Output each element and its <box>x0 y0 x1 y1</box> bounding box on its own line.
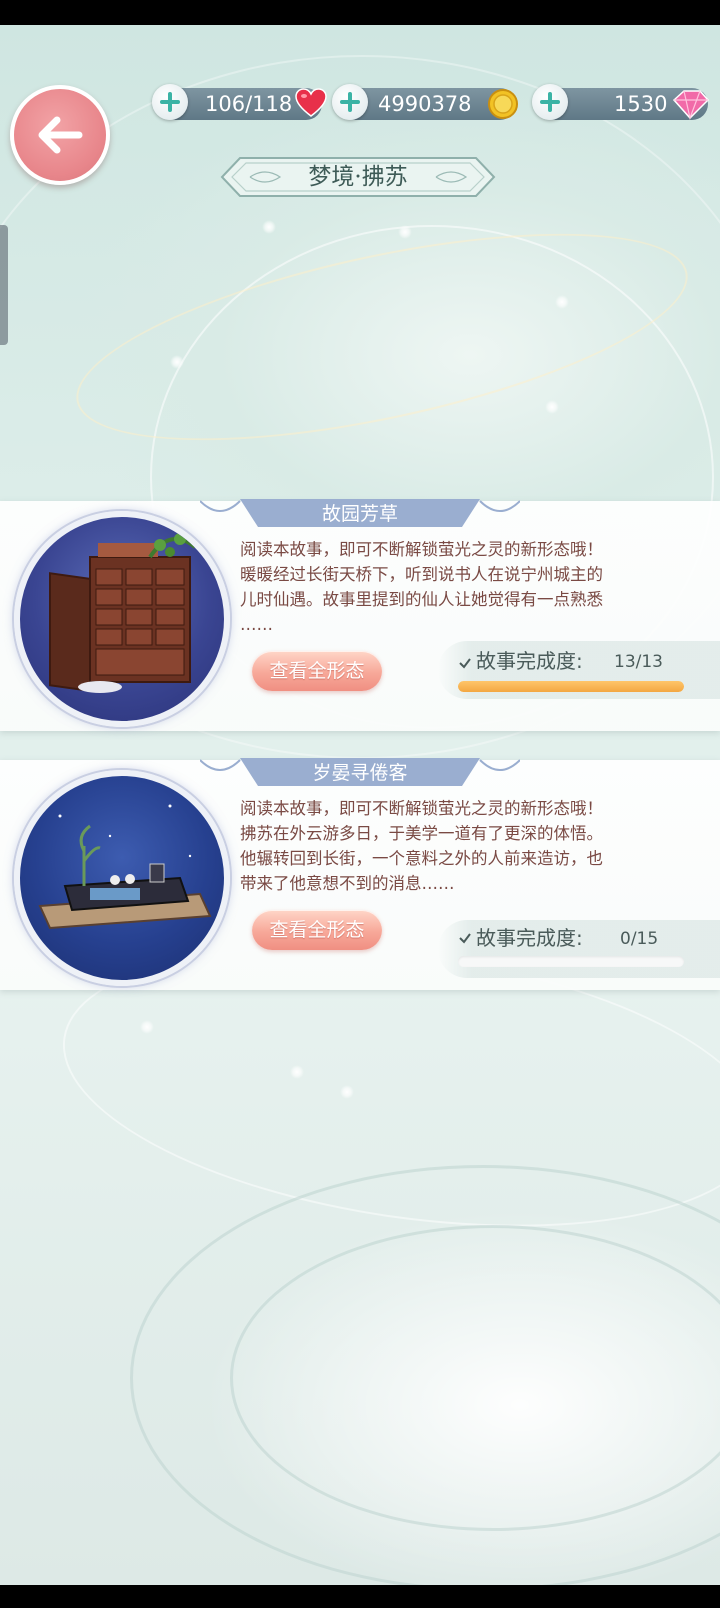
story-card: 岁晏寻倦客 阅读本故事，即可不断解锁萤光之灵的新形态哦！ 拂苏在外云游多日，于美… <box>0 758 720 990</box>
description-line: 阅读本故事，即可不断解锁萤光之灵的新形态哦！ <box>240 799 603 818</box>
sparkle <box>545 400 559 414</box>
sparkle <box>140 1020 154 1034</box>
gold-value: 4990378 <box>378 92 472 116</box>
story-image <box>14 511 230 727</box>
progress-bar <box>458 681 684 692</box>
progress-bar <box>458 956 684 967</box>
side-drawer-handle[interactable] <box>0 225 8 345</box>
story-image <box>14 770 230 986</box>
gems-value: 1530 <box>614 92 668 116</box>
stamina-value: 106/118 <box>205 92 293 116</box>
back-button[interactable] <box>10 85 110 185</box>
add-stamina-button[interactable] <box>152 84 188 120</box>
description-line: …… <box>240 615 273 634</box>
plus-icon <box>340 92 360 112</box>
heart-icon <box>295 88 327 117</box>
add-gems-button[interactable] <box>532 84 568 120</box>
story-card: 故园芳草 阅读本故事，即可不断解锁萤光之灵的新形态哦！ 暖暖经过长街天桥下，听到… <box>0 499 720 731</box>
story-title: 岁晏寻倦客 <box>312 762 408 784</box>
status-bar <box>0 0 720 25</box>
description-line: 拂苏在外云游多日，于美学一道有了更深的体悟。 <box>240 824 603 843</box>
sparkle <box>170 355 184 369</box>
description-line: 带来了他意想不到的消息…… <box>240 874 455 893</box>
description-line: 儿时仙遇。故事里提到的仙人让她觉得有一点熟悉 <box>240 590 603 609</box>
progress-value: 0/15 <box>620 929 659 949</box>
check-icon <box>459 933 471 944</box>
gem-icon <box>672 90 710 120</box>
sparkle <box>340 1085 354 1099</box>
cabinet-illustration <box>49 533 197 693</box>
progress-value: 13/13 <box>614 652 663 672</box>
sparkle <box>555 295 569 309</box>
arrow-left-icon <box>38 116 83 154</box>
check-icon <box>459 658 471 669</box>
story-description: 阅读本故事，即可不断解锁萤光之灵的新形态哦！ 暖暖经过长街天桥下，听到说书人在说… <box>240 537 680 637</box>
progress-label: 故事完成度: <box>476 649 583 673</box>
coin-icon <box>488 89 518 119</box>
progress-fill <box>458 681 684 692</box>
view-all-forms-button[interactable]: 查看全形态 <box>252 910 382 950</box>
description-line: 阅读本故事，即可不断解锁萤光之灵的新形态哦！ <box>240 540 603 559</box>
sparkle <box>262 220 276 234</box>
progress-label: 故事完成度: <box>476 926 583 950</box>
add-gold-button[interactable] <box>332 84 368 120</box>
view-all-forms-button[interactable]: 查看全形态 <box>252 651 382 691</box>
plus-icon <box>160 92 180 112</box>
sparkle <box>290 1065 304 1079</box>
sparkle <box>398 225 412 239</box>
tea-table-illustration <box>38 804 212 930</box>
plus-icon <box>540 92 560 112</box>
navigation-bar <box>0 1585 720 1608</box>
story-title: 故园芳草 <box>321 503 398 525</box>
description-line: 他辗转回到长街，一个意料之外的人前来造访，也 <box>240 849 603 868</box>
page-title: 梦境·拂苏 <box>308 164 408 190</box>
description-line: 暖暖经过长街天桥下，听到说书人在说宁州城主的 <box>240 565 603 584</box>
story-description: 阅读本故事，即可不断解锁萤光之灵的新形态哦！ 拂苏在外云游多日，于美学一道有了更… <box>240 796 680 896</box>
